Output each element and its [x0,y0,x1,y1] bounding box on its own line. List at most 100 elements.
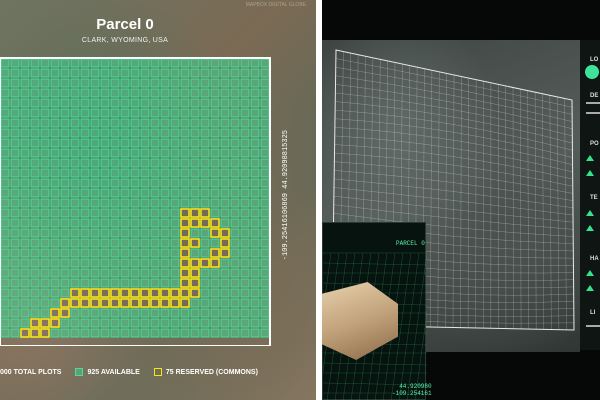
available-plot[interactable] [220,158,230,168]
available-plot[interactable] [90,328,100,338]
available-plot[interactable] [50,68,60,78]
available-plot[interactable] [240,158,250,168]
available-plot[interactable] [30,88,40,98]
available-plot[interactable] [180,158,190,168]
available-plot[interactable] [230,108,240,118]
available-plot[interactable] [110,78,120,88]
available-plot[interactable] [240,208,250,218]
available-plot[interactable] [110,138,120,148]
available-plot[interactable] [120,308,130,318]
reserved-plot[interactable] [180,298,190,308]
available-plot[interactable] [80,118,90,128]
reserved-plot[interactable] [180,258,190,268]
available-plot[interactable] [180,168,190,178]
available-plot[interactable] [240,238,250,248]
triangle-up-icon[interactable] [586,270,594,276]
available-plot[interactable] [190,78,200,88]
available-plot[interactable] [40,238,50,248]
available-plot[interactable] [150,168,160,178]
available-plot[interactable] [190,198,200,208]
available-plot[interactable] [250,308,260,318]
available-plot[interactable] [260,58,270,68]
available-plot[interactable] [0,68,10,78]
available-plot[interactable] [220,318,230,328]
available-plot[interactable] [100,108,110,118]
available-plot[interactable] [230,158,240,168]
available-plot[interactable] [110,238,120,248]
available-plot[interactable] [30,218,40,228]
available-plot[interactable] [160,248,170,258]
available-plot[interactable] [20,88,30,98]
available-plot[interactable] [170,88,180,98]
available-plot[interactable] [210,318,220,328]
available-plot[interactable] [90,108,100,118]
reserved-plot[interactable] [150,298,160,308]
available-plot[interactable] [250,238,260,248]
available-plot[interactable] [130,158,140,168]
available-plot[interactable] [50,78,60,88]
available-plot[interactable] [80,68,90,78]
available-plot[interactable] [150,118,160,128]
reserved-plot[interactable] [220,238,230,248]
available-plot[interactable] [260,288,270,298]
available-plot[interactable] [190,248,200,258]
available-plot[interactable] [110,108,120,118]
available-plot[interactable] [40,308,50,318]
available-plot[interactable] [100,218,110,228]
available-plot[interactable] [70,128,80,138]
available-plot[interactable] [0,238,10,248]
available-plot[interactable] [60,118,70,128]
available-plot[interactable] [130,118,140,128]
available-plot[interactable] [10,78,20,88]
reserved-plot[interactable] [20,328,30,338]
available-plot[interactable] [260,128,270,138]
available-plot[interactable] [230,208,240,218]
available-plot[interactable] [100,278,110,288]
available-plot[interactable] [230,258,240,268]
available-plot[interactable] [150,148,160,158]
available-plot[interactable] [130,178,140,188]
available-plot[interactable] [140,278,150,288]
available-plot[interactable] [170,138,180,148]
available-plot[interactable] [250,148,260,158]
available-plot[interactable] [190,88,200,98]
available-plot[interactable] [240,198,250,208]
available-plot[interactable] [0,288,10,298]
available-plot[interactable] [260,148,270,158]
available-plot[interactable] [260,248,270,258]
available-plot[interactable] [30,238,40,248]
available-plot[interactable] [40,138,50,148]
available-plot[interactable] [120,98,130,108]
available-plot[interactable] [90,138,100,148]
available-plot[interactable] [190,128,200,138]
available-plot[interactable] [80,98,90,108]
available-plot[interactable] [160,68,170,78]
available-plot[interactable] [180,178,190,188]
available-plot[interactable] [200,308,210,318]
available-plot[interactable] [10,188,20,198]
available-plot[interactable] [210,268,220,278]
available-plot[interactable] [140,248,150,258]
available-plot[interactable] [230,248,240,258]
available-plot[interactable] [100,88,110,98]
available-plot[interactable] [210,158,220,168]
available-plot[interactable] [80,308,90,318]
available-plot[interactable] [60,228,70,238]
available-plot[interactable] [100,318,110,328]
available-plot[interactable] [0,298,10,308]
available-plot[interactable] [70,88,80,98]
available-plot[interactable] [30,128,40,138]
reserved-plot[interactable] [60,298,70,308]
available-plot[interactable] [180,138,190,148]
available-plot[interactable] [30,308,40,318]
available-plot[interactable] [200,168,210,178]
available-plot[interactable] [170,128,180,138]
available-plot[interactable] [100,208,110,218]
available-plot[interactable] [210,138,220,148]
available-plot[interactable] [190,58,200,68]
available-plot[interactable] [120,218,130,228]
available-plot[interactable] [40,108,50,118]
available-plot[interactable] [260,328,270,338]
available-plot[interactable] [200,88,210,98]
available-plot[interactable] [130,188,140,198]
